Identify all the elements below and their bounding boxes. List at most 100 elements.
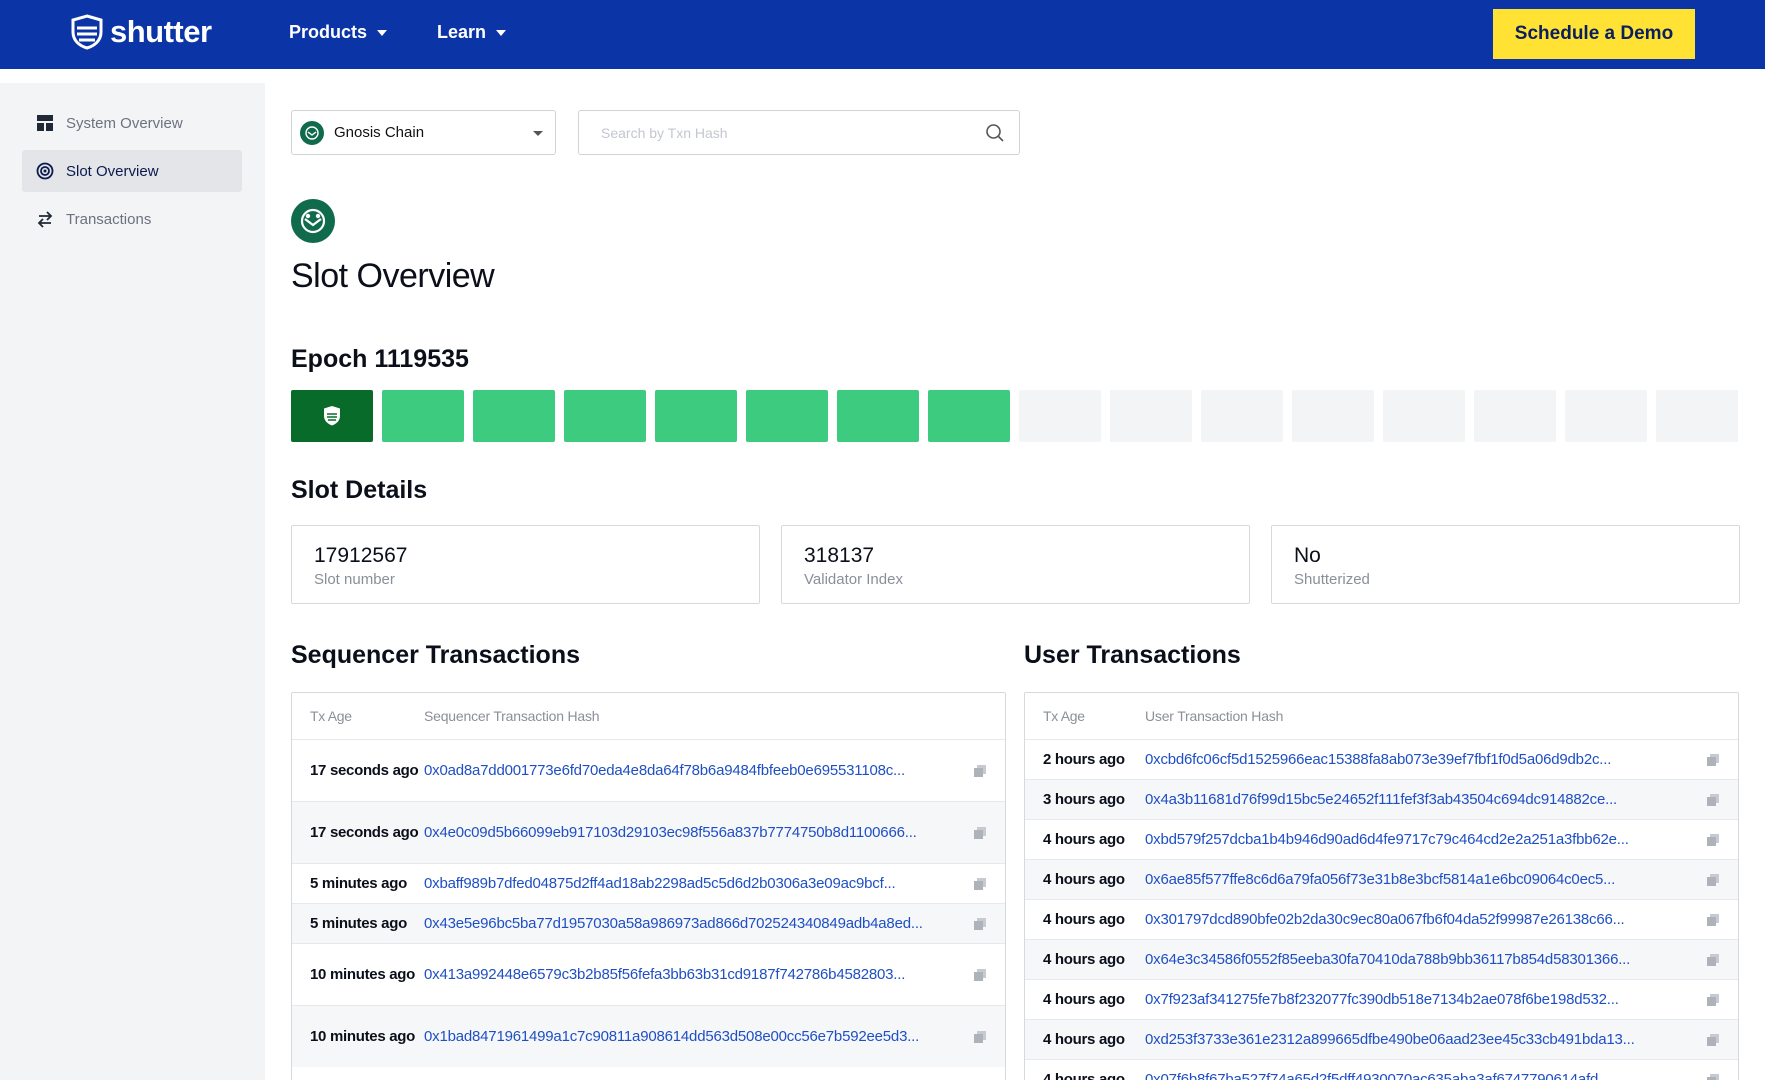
tx-hash-link[interactable]: 0x43e5e96bc5ba77d1957030a58a986973ad866d… <box>424 915 1005 932</box>
nav-learn[interactable]: Learn <box>437 22 507 43</box>
slot-completed[interactable] <box>564 390 646 442</box>
tx-hash-link[interactable]: 0x301797dcd890bfe02b2da30c9ec80a067fb6f0… <box>1145 911 1738 928</box>
slot-pending[interactable] <box>1110 390 1192 442</box>
sidebar-item-slot-overview[interactable]: Slot Overview <box>22 150 242 192</box>
slot-pending[interactable] <box>1019 390 1101 442</box>
search-icon[interactable] <box>985 123 1005 143</box>
tx-age: 17 seconds ago <box>310 823 419 841</box>
table-row: 2 hours ago 0xcbd6fc06cf5d1525966eac15388… <box>1025 739 1738 779</box>
nav-products-label: Products <box>289 22 368 42</box>
tx-hash-link[interactable]: 0xcbd6fc06cf5d1525966eac15388fa8ab073e39… <box>1145 751 1738 768</box>
tx-hash-link[interactable]: 0xd253f3733e361e2312a899665dfbe490be06aa… <box>1145 1031 1738 1048</box>
slot-completed[interactable] <box>928 390 1010 442</box>
tx-age: 5 minutes ago <box>310 914 407 932</box>
slot-number-label: Slot number <box>314 571 395 588</box>
slot-pending[interactable] <box>1474 390 1556 442</box>
target-icon <box>36 162 54 180</box>
copy-icon[interactable] <box>973 1030 987 1044</box>
schedule-demo-button[interactable]: Schedule a Demo <box>1493 9 1695 59</box>
table-row: 4 hours ago 0x07f6b8f67ba527f74a65d2f5dff… <box>1025 1059 1738 1080</box>
slot-completed[interactable] <box>473 390 555 442</box>
brand-logo[interactable]: shutter <box>70 14 212 50</box>
shutterized-card: No Shutterized <box>1271 525 1740 604</box>
chain-select-value: Gnosis Chain <box>334 124 425 141</box>
copy-icon[interactable] <box>1706 993 1720 1007</box>
tx-hash-link[interactable]: 0x64e3c34586f0552f85eeba30fa70410da788b9… <box>1145 951 1738 968</box>
tx-hash-link[interactable]: 0xbd579f257dcba1b4b946d90ad6d4fe9717c79c… <box>1145 831 1738 848</box>
user-transactions-title: User Transactions <box>1024 641 1241 669</box>
dashboard-icon <box>37 115 53 131</box>
slot-completed[interactable] <box>837 390 919 442</box>
tx-age: 17 seconds ago <box>310 761 419 779</box>
search-input[interactable] <box>579 111 1019 154</box>
table-row: 17 seconds ago 0x0ad8a7dd001773e6fd70eda4… <box>292 739 1005 801</box>
tx-hash-link[interactable]: 0x7f923af341275fe7b8f232077fc390db518e71… <box>1145 991 1738 1008</box>
user-rows: 2 hours ago 0xcbd6fc06cf5d1525966eac15388… <box>1025 739 1738 1080</box>
shield-logo-icon <box>71 14 103 50</box>
slot-pending[interactable] <box>1656 390 1738 442</box>
table-row: 4 hours ago 0x7f923af341275fe7b8f232077fc… <box>1025 979 1738 1019</box>
top-nav: shutter Products Learn Schedule a Demo <box>0 0 1765 69</box>
slot-pending[interactable] <box>1383 390 1465 442</box>
tx-hash-link[interactable]: 0x0ad8a7dd001773e6fd70eda4e8da64f78b6a94… <box>424 762 1005 779</box>
copy-icon[interactable] <box>973 826 987 840</box>
validator-index-label: Validator Index <box>804 571 903 588</box>
tx-hash-link[interactable]: 0x6ae85f577ffe8c6d6a79fa056f73e31b8e3bcf… <box>1145 871 1738 888</box>
tx-hash-link[interactable]: 0xbaff989b7dfed04875d2ff4ad18ab2298ad5c5… <box>424 875 1005 892</box>
sequencer-transactions-title: Sequencer Transactions <box>291 641 581 669</box>
slot-completed[interactable] <box>746 390 828 442</box>
tx-age-header: Tx Age <box>310 708 352 724</box>
copy-icon[interactable] <box>973 764 987 778</box>
tx-hash-link[interactable]: 0x1bad8471961499a1c7c90811a908614dd563d5… <box>424 1028 1005 1045</box>
sidebar-item-transactions[interactable]: Transactions <box>22 198 242 240</box>
tx-age: 4 hours ago <box>1043 830 1125 848</box>
copy-icon[interactable] <box>1706 833 1720 847</box>
sidebar: System Overview Slot Overview Transactio… <box>0 83 265 1080</box>
copy-icon[interactable] <box>1706 793 1720 807</box>
tx-age: 4 hours ago <box>1043 950 1125 968</box>
chain-select[interactable]: Gnosis Chain <box>291 110 556 155</box>
table-row: 4 hours ago 0xd253f3733e361e2312a899665df… <box>1025 1019 1738 1059</box>
sidebar-item-system-overview[interactable]: System Overview <box>22 102 242 144</box>
gnosis-chain-logo <box>291 199 335 243</box>
slot-pending[interactable] <box>1565 390 1647 442</box>
gnosis-chain-icon <box>300 120 324 145</box>
txn-search <box>578 110 1020 155</box>
table-header: Tx Age User Transaction Hash <box>1025 693 1738 739</box>
copy-icon[interactable] <box>1706 873 1720 887</box>
tx-age: 4 hours ago <box>1043 990 1125 1008</box>
validator-index-card: 318137 Validator Index <box>781 525 1250 604</box>
table-row: 5 minutes ago 0xbaff989b7dfed04875d2ff4ad… <box>292 863 1005 903</box>
sidebar-item-label: Transactions <box>66 210 152 228</box>
sidebar-item-label: System Overview <box>66 114 183 132</box>
copy-icon[interactable] <box>973 968 987 982</box>
tx-hash-link[interactable]: 0x413a992448e6579c3b2b85f56fefa3bb63b31c… <box>424 966 1005 983</box>
copy-icon[interactable] <box>973 917 987 931</box>
copy-icon[interactable] <box>1706 953 1720 967</box>
slot-pending[interactable] <box>1292 390 1374 442</box>
slot-completed[interactable] <box>382 390 464 442</box>
shutterized-label: Shutterized <box>1294 571 1370 588</box>
user-transactions-table: Tx Age User Transaction Hash 2 hours ago… <box>1024 692 1739 1080</box>
tx-hash-link[interactable]: 0x4a3b11681d76f99d15bc5e24652f111fef3f3a… <box>1145 791 1738 808</box>
chevron-down-icon <box>377 29 388 36</box>
sequencer-transactions-table: Tx Age Sequencer Transaction Hash 17 sec… <box>291 692 1006 1080</box>
slot-number-card: 17912567 Slot number <box>291 525 760 604</box>
tx-age: 10 minutes ago <box>310 1027 415 1045</box>
slot-current[interactable] <box>291 390 373 442</box>
tx-hash-header: User Transaction Hash <box>1145 708 1284 724</box>
copy-icon[interactable] <box>1706 913 1720 927</box>
slot-completed[interactable] <box>655 390 737 442</box>
slot-pending[interactable] <box>1201 390 1283 442</box>
table-row: 3 hours ago 0x4a3b11681d76f99d15bc5e24652… <box>1025 779 1738 819</box>
copy-icon[interactable] <box>1706 753 1720 767</box>
tx-age: 4 hours ago <box>1043 910 1125 928</box>
table-row: 4 hours ago 0x301797dcd890bfe02b2da30c9ec… <box>1025 899 1738 939</box>
validator-index-value: 318137 <box>804 544 875 567</box>
nav-products[interactable]: Products <box>289 22 388 43</box>
copy-icon[interactable] <box>973 877 987 891</box>
copy-icon[interactable] <box>1706 1033 1720 1047</box>
copy-icon[interactable] <box>1706 1073 1720 1080</box>
tx-hash-link[interactable]: 0x4e0c09d5b66099eb917103d29103ec98f556a8… <box>424 824 1005 841</box>
tx-hash-link[interactable]: 0x07f6b8f67ba527f74a65d2f5dff4930070ac63… <box>1145 1071 1738 1080</box>
